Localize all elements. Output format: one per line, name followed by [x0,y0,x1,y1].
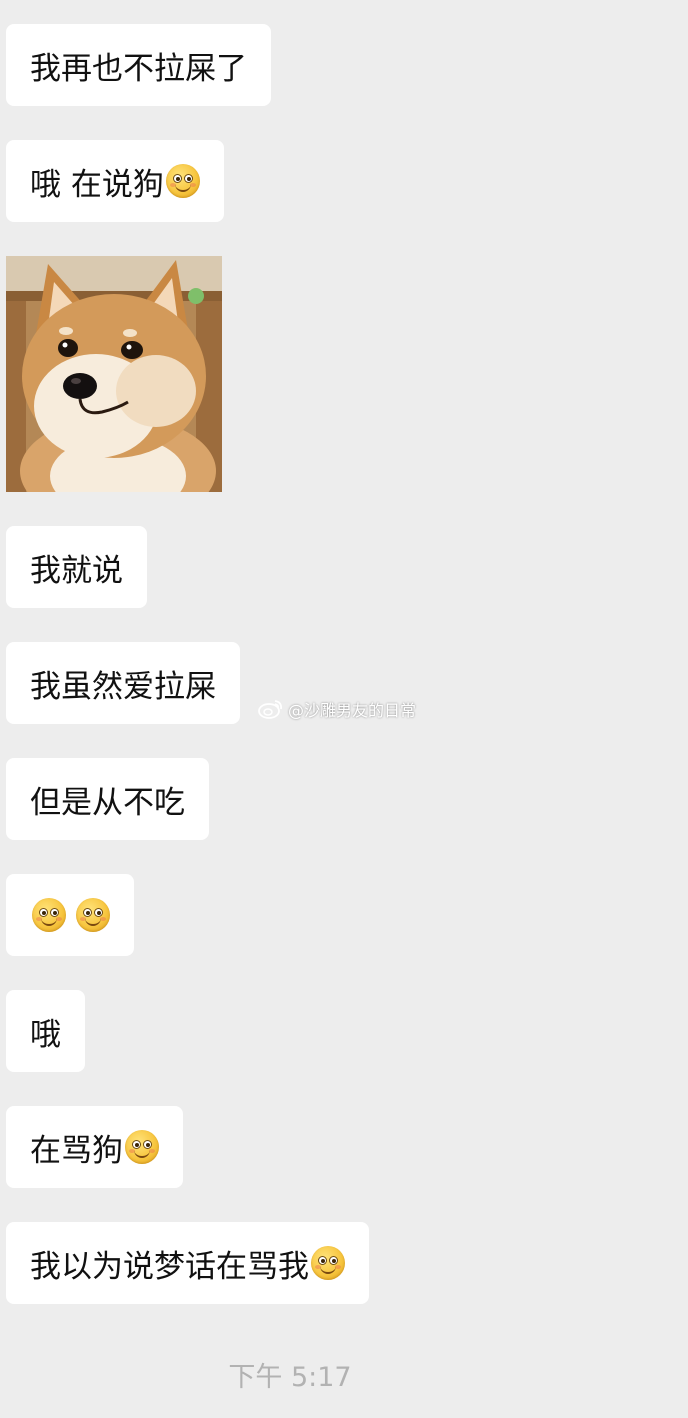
watermark-text: @沙雕男友的日常 [288,701,417,720]
message-timestamp: 下午 5:17 [228,1362,352,1393]
smiling-face-emoji-icon [32,898,66,932]
emoji-message-bubble[interactable] [6,874,134,956]
shiba-dog-icon [6,256,222,492]
weibo-watermark: @沙雕男友的日常 [258,697,416,721]
message-bubble[interactable]: 我就说 [6,526,147,608]
smiling-face-emoji-icon [165,164,200,198]
weibo-logo-icon [258,700,283,719]
message-text: 我以为说梦话在骂我 [30,1248,309,1285]
chat-area[interactable]: 我再也不拉屎了 哦 在说狗 我就说 我虽然爱拉屎 @沙雕男友的日常 但是从不吃 … [0,0,688,1418]
message-text: 哦 [30,1016,61,1053]
smiling-face-emoji-icon [125,1130,159,1164]
message-bubble[interactable]: 哦 在说狗 [6,140,224,222]
message-bubble[interactable]: 我虽然爱拉屎 [6,642,240,724]
message-text: 在骂狗 [30,1132,123,1169]
message-text: 我就说 [30,552,123,589]
message-bubble[interactable]: 哦 [6,990,85,1072]
message-text: 我虽然爱拉屎 [30,668,216,705]
smiling-face-emoji-icon [311,1246,345,1280]
message-bubble[interactable]: 在骂狗 [6,1106,183,1188]
message-text: 我再也不拉屎了 [30,50,247,87]
message-text: 但是从不吃 [30,784,185,821]
message-bubble[interactable]: 但是从不吃 [6,758,209,840]
shiba-sticker-image[interactable] [6,256,222,492]
message-bubble[interactable]: 我以为说梦话在骂我 [6,1222,369,1304]
message-bubble[interactable]: 我再也不拉屎了 [6,24,271,106]
message-text: 哦 在说狗 [30,166,164,203]
smiling-face-emoji-icon [76,898,110,932]
